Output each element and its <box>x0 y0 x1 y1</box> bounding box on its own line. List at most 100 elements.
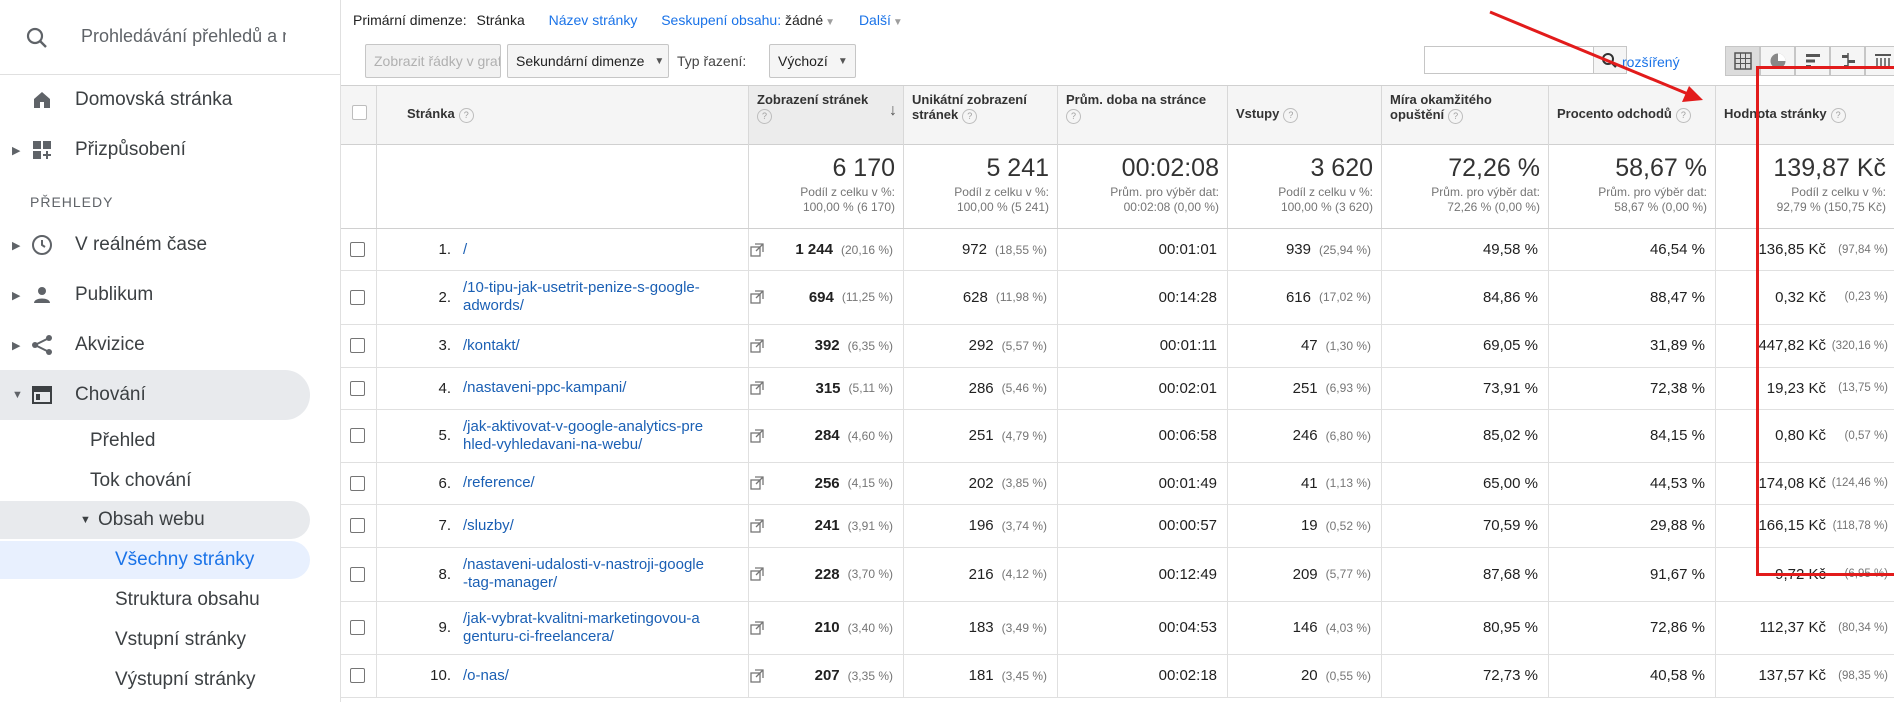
advanced-filter-link[interactable]: rozšířený <box>1622 54 1680 70</box>
row-checkbox[interactable] <box>350 566 365 582</box>
metric-value: 166,15 Kč <box>1758 517 1826 534</box>
page-path-link[interactable]: /kontakt/ <box>463 337 708 355</box>
sort-down-arrow-icon: ↓ <box>889 102 897 119</box>
metric-share: (4,15 %) <box>847 476 893 490</box>
sidebar-item-home[interactable]: Domovská stránka <box>0 75 310 125</box>
metric-value: 209 <box>1292 565 1318 583</box>
secondary-dimension-dropdown[interactable]: Sekundární dimenze ▼ <box>507 44 669 78</box>
help-icon[interactable]: ? <box>1448 109 1464 124</box>
sidebar-item-behaviour-flow[interactable]: Tok chování <box>90 462 191 500</box>
metric-value: 0,80 Kč <box>1775 427 1826 444</box>
page-path-link[interactable]: /jak-aktivovat-v-google-analytics-prehle… <box>463 418 708 454</box>
metric-share: (3,45 %) <box>1001 668 1047 683</box>
row-checkbox[interactable] <box>350 620 365 635</box>
page-path-link[interactable]: /10-tipu-jak-usetrit-penize-s-google-adw… <box>463 279 708 315</box>
row-checkbox[interactable] <box>350 289 365 305</box>
header-avg-time[interactable]: Prům. doba na stránce? <box>1058 86 1228 144</box>
page-path-link[interactable]: / <box>463 241 708 259</box>
header-pageviews[interactable]: Zobrazení stránek ↓? <box>749 86 904 144</box>
metric-share: (3,70 %) <box>847 567 893 581</box>
sidebar-item-customization[interactable]: ▶ Přizpůsobení <box>0 125 310 175</box>
view-pie-button[interactable] <box>1760 46 1795 76</box>
header-page[interactable]: Stránka? <box>377 86 749 144</box>
sidebar-item-label: Přizpůsobení <box>75 139 186 160</box>
sidebar-search[interactable]: Prohledávání přehledů a náp <box>0 0 340 75</box>
sidebar-item-landing-pages[interactable]: Vstupní stránky <box>115 621 246 659</box>
select-all-checkbox[interactable] <box>352 105 367 120</box>
header-exit-rate[interactable]: Procento odchodů? <box>1549 86 1716 144</box>
metric-cell-exit: 84,15 % <box>1549 409 1716 462</box>
header-entrances[interactable]: Vstupy? <box>1228 86 1382 144</box>
row-checkbox[interactable] <box>350 475 365 491</box>
sidebar-item-label: Všechny stránky <box>115 549 255 570</box>
help-icon[interactable]: ? <box>1675 108 1691 123</box>
metric-cell-pv: 1 244 (20,16 %) <box>749 229 904 270</box>
sidebar-item-all-pages[interactable]: Všechny stránky <box>0 541 310 579</box>
metric-value: 70,59 % <box>1482 517 1538 534</box>
metric-value: 392 <box>814 337 840 354</box>
view-performance-button[interactable] <box>1795 46 1830 76</box>
sidebar-item-behaviour[interactable]: ▼ Chování <box>0 370 310 420</box>
view-comparison-button[interactable] <box>1830 46 1865 76</box>
row-checkbox[interactable] <box>350 338 365 353</box>
header-page-label: Stránka <box>407 106 455 121</box>
metric-cell-exit: 72,38 % <box>1549 367 1716 409</box>
row-checkbox[interactable] <box>350 668 365 683</box>
metric-value: 00:01:01 <box>1158 241 1217 258</box>
search-placeholder[interactable]: Prohledávání přehledů a náp <box>81 26 286 47</box>
metric-value: 284 <box>814 427 840 444</box>
chevron-down-icon: ▼ <box>837 55 848 67</box>
metric-share: (5,57 %) <box>1001 338 1047 353</box>
sidebar-item-audience[interactable]: ▶ Publikum <box>0 270 310 320</box>
sidebar-item-label: Vstupní stránky <box>115 629 246 650</box>
header-pageviews-label: Zobrazení stránek <box>757 92 869 107</box>
help-icon[interactable]: ? <box>962 109 978 124</box>
header-unique-pageviews[interactable]: Unikátní zobrazení stránek? <box>904 86 1058 144</box>
row-checkbox[interactable] <box>350 428 365 443</box>
metric-cell-ent: 251 (6,93 %) <box>1228 367 1382 409</box>
page-path-link[interactable]: /sluzby/ <box>463 517 708 535</box>
sidebar-item-realtime[interactable]: ▶ V reálném čase <box>0 220 310 270</box>
table-search-input[interactable] <box>1424 46 1594 74</box>
plot-rows-button[interactable]: Zobrazit řádky v grafu <box>365 44 501 78</box>
sidebar-item-content-drilldown[interactable]: Struktura obsahu <box>115 581 260 619</box>
page-path-link[interactable]: /nastaveni-udalosti-v-nastroji-google-ta… <box>463 556 708 592</box>
row-select-cell <box>341 324 377 367</box>
row-checkbox[interactable] <box>350 242 365 257</box>
sidebar-item-site-content[interactable]: ▼ Obsah webu <box>0 501 310 539</box>
page-path-link[interactable]: /reference/ <box>463 474 708 492</box>
page-path-link[interactable]: /nastaveni-ppc-kampani/ <box>463 379 708 397</box>
view-table-button[interactable] <box>1725 46 1760 76</box>
more-dimensions-link[interactable]: Další ▼ <box>859 12 903 28</box>
metric-cell-pv: 241 (3,91 %) <box>749 504 904 547</box>
total-bounce: 72,26 % Prům. pro výběr dat: 72,26 % (0,… <box>1382 144 1549 228</box>
page-path-link[interactable]: /o-nas/ <box>463 667 708 685</box>
row-checkbox[interactable] <box>350 380 365 396</box>
help-icon[interactable]: ? <box>1066 109 1081 124</box>
sidebar-item-acquisition[interactable]: ▶ Akvizice <box>0 320 310 370</box>
sidebar-item-overview[interactable]: Přehled <box>90 422 156 460</box>
header-page-value[interactable]: Hodnota stránky? <box>1716 86 1894 144</box>
help-icon[interactable]: ? <box>1283 108 1299 123</box>
metric-value: 72,73 % <box>1482 667 1538 684</box>
metric-share: (1,30 %) <box>1325 338 1371 353</box>
help-icon[interactable]: ? <box>1830 108 1846 123</box>
caret-right-icon: ▶ <box>12 239 21 252</box>
row-index: 3. <box>438 337 451 354</box>
metric-value: 00:02:18 <box>1158 667 1217 684</box>
dimension-link-page-title[interactable]: Název stránky <box>549 12 638 28</box>
help-icon[interactable]: ? <box>458 108 474 123</box>
sidebar-item-exit-pages[interactable]: Výstupní stránky <box>115 661 255 699</box>
dimension-bar: Primární dimenze: Stránka Název stránky … <box>353 12 903 28</box>
help-icon[interactable]: ? <box>757 109 772 124</box>
header-bounce-rate[interactable]: Míra okamžitého opuštění? <box>1382 86 1549 144</box>
row-select-cell <box>341 654 377 697</box>
row-checkbox[interactable] <box>350 518 365 533</box>
metric-value: 47 <box>1300 337 1318 354</box>
search-icon[interactable] <box>25 26 49 55</box>
total-page-value: 139,87 Kč Podíl z celku v %: 92,79 % (15… <box>1716 144 1894 228</box>
view-pivot-button[interactable] <box>1865 46 1894 76</box>
page-path-link[interactable]: /jak-vybrat-kvalitni-marketingovou-agent… <box>463 610 708 646</box>
content-grouping-link[interactable]: Seskupení obsahu: žádné ▼ <box>661 12 835 28</box>
sort-type-dropdown[interactable]: Výchozí ▼ <box>769 44 856 78</box>
